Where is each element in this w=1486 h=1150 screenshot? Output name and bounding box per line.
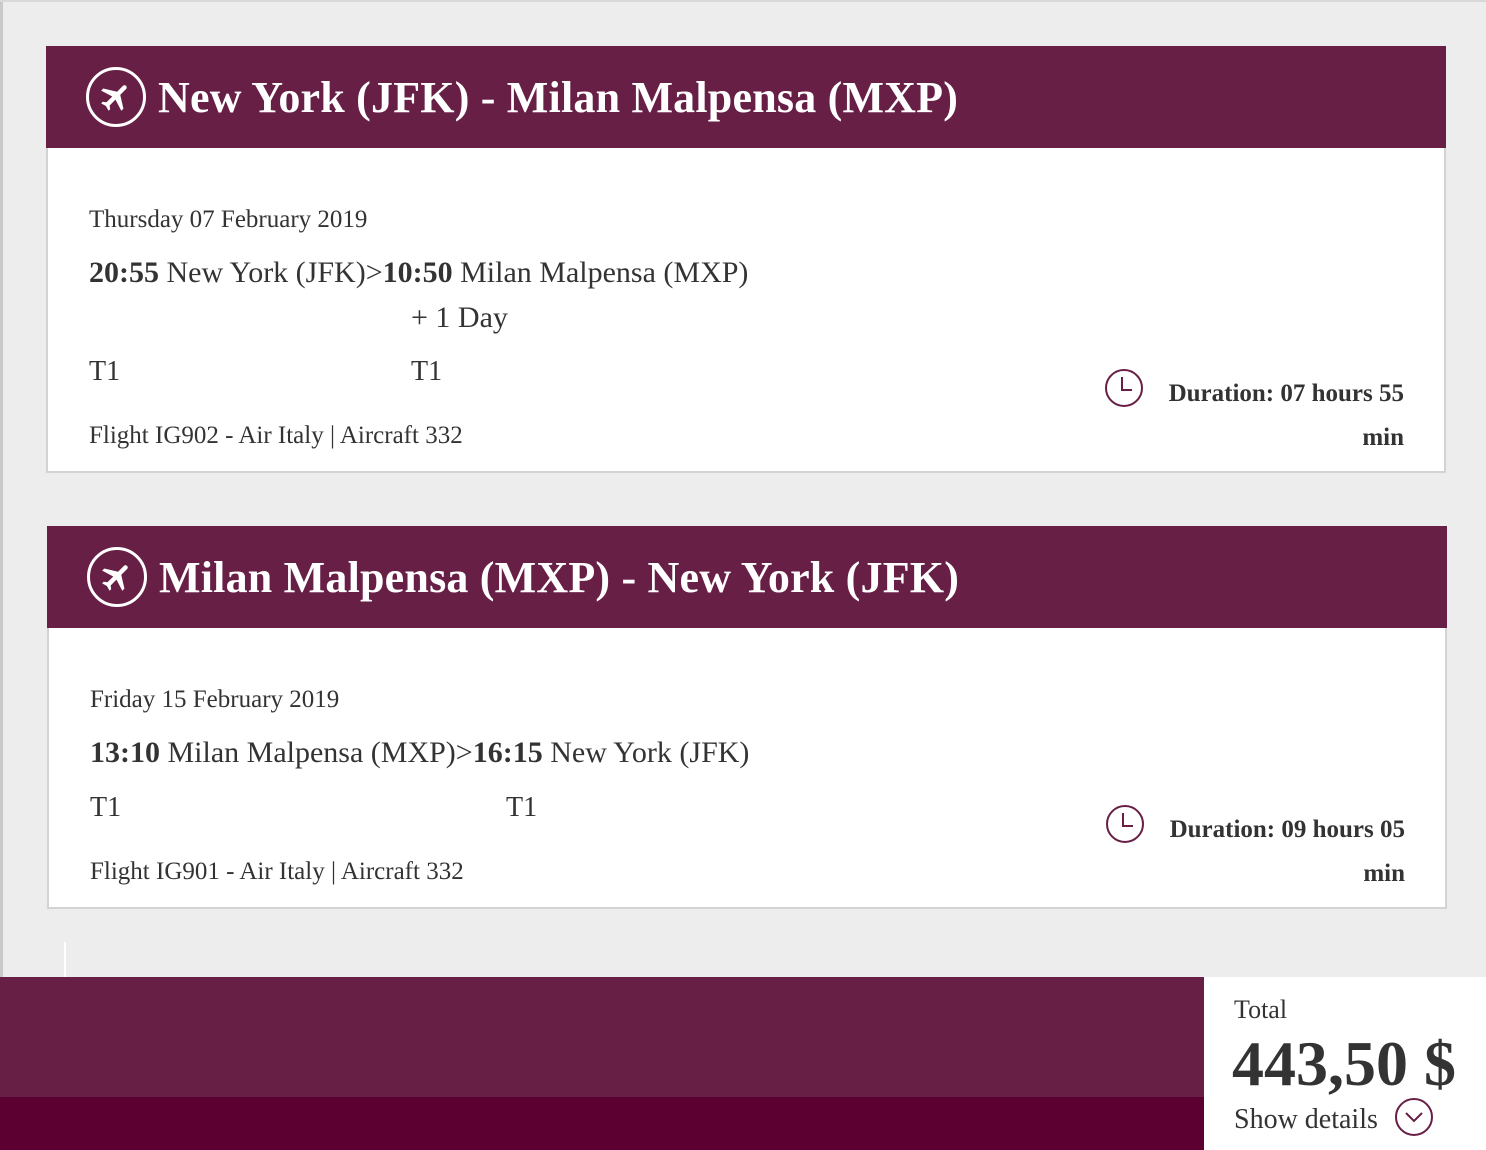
footer-bar: [0, 977, 1204, 1150]
flight-date: Friday 15 February 2019: [90, 686, 340, 713]
return-flight-header: Milan Malpensa (MXP) - New York (JFK): [47, 526, 1447, 628]
flight-summary-page: New York (JFK) - Milan Malpensa (MXP) Th…: [0, 0, 1486, 1150]
chevron-down-icon[interactable]: [1394, 1097, 1434, 1137]
flight-date: Thursday 07 February 2019: [89, 206, 368, 233]
outbound-flight-details: Thursday 07 February 2019 20:55 New York…: [46, 148, 1446, 473]
arrival-place: New York (JFK): [550, 736, 750, 769]
route-title: New York (JFK) - Milan Malpensa (MXP): [158, 72, 959, 122]
return-flight-details: Friday 15 February 2019 13:10 Milan Malp…: [47, 628, 1447, 909]
left-border: [0, 2, 3, 977]
airplane-icon: [87, 547, 147, 607]
arrival-place: Milan Malpensa (MXP): [460, 256, 749, 289]
flight-info: Flight IG902 - Air Italy | Aircraft 332: [89, 422, 463, 449]
total-amount: 443,50 $: [1232, 1028, 1456, 1099]
departure-place: New York (JFK): [166, 256, 366, 289]
footer-band-top: [0, 977, 1204, 1097]
departure-place: Milan Malpensa (MXP): [167, 736, 456, 769]
duration-text: Duration: 07 hours 55: [1168, 380, 1404, 407]
duration-unit: min: [1362, 424, 1404, 451]
outbound-flight-card: New York (JFK) - Milan Malpensa (MXP) Th…: [46, 46, 1446, 473]
route-separator: >: [455, 736, 473, 769]
arrival-terminal: T1: [411, 356, 443, 387]
day-offset: + 1 Day: [411, 301, 508, 334]
departure-terminal: T1: [89, 356, 121, 387]
footer-band-bottom: [0, 1097, 1204, 1150]
show-details-link[interactable]: Show details: [1234, 1104, 1378, 1136]
arrival-terminal: T1: [506, 792, 538, 823]
clock-icon: [1105, 369, 1143, 407]
total-label: Total: [1234, 995, 1288, 1024]
outbound-flight-header: New York (JFK) - Milan Malpensa (MXP): [46, 46, 1446, 148]
arrival-time: 16:15: [472, 736, 543, 769]
arrival-time: 10:50: [382, 256, 453, 289]
departure-time: 20:55: [89, 256, 159, 289]
flight-route-line: 20:55 New York (JFK)>10:50 Milan Malpens…: [89, 256, 748, 290]
clock-icon: [1106, 805, 1144, 843]
divider: [64, 942, 66, 977]
airplane-icon: [86, 67, 146, 127]
duration-text: Duration: 09 hours 05: [1169, 816, 1405, 843]
return-flight-card: Milan Malpensa (MXP) - New York (JFK) Fr…: [47, 526, 1447, 909]
flight-duration: Duration: 09 hours 05 min: [1145, 808, 1405, 896]
duration-unit: min: [1363, 860, 1405, 887]
flight-route-line: 13:10 Milan Malpensa (MXP)>16:15 New Yor…: [90, 736, 749, 770]
departure-time: 13:10: [90, 736, 160, 769]
route-title: Milan Malpensa (MXP) - New York (JFK): [159, 552, 960, 602]
departure-terminal: T1: [90, 792, 122, 823]
flight-info: Flight IG901 - Air Italy | Aircraft 332: [90, 858, 464, 885]
route-separator: >: [365, 256, 383, 289]
total-price-box: Total 443,50 $ Show details: [1204, 977, 1486, 1150]
flight-duration: Duration: 07 hours 55 min: [1144, 372, 1404, 460]
